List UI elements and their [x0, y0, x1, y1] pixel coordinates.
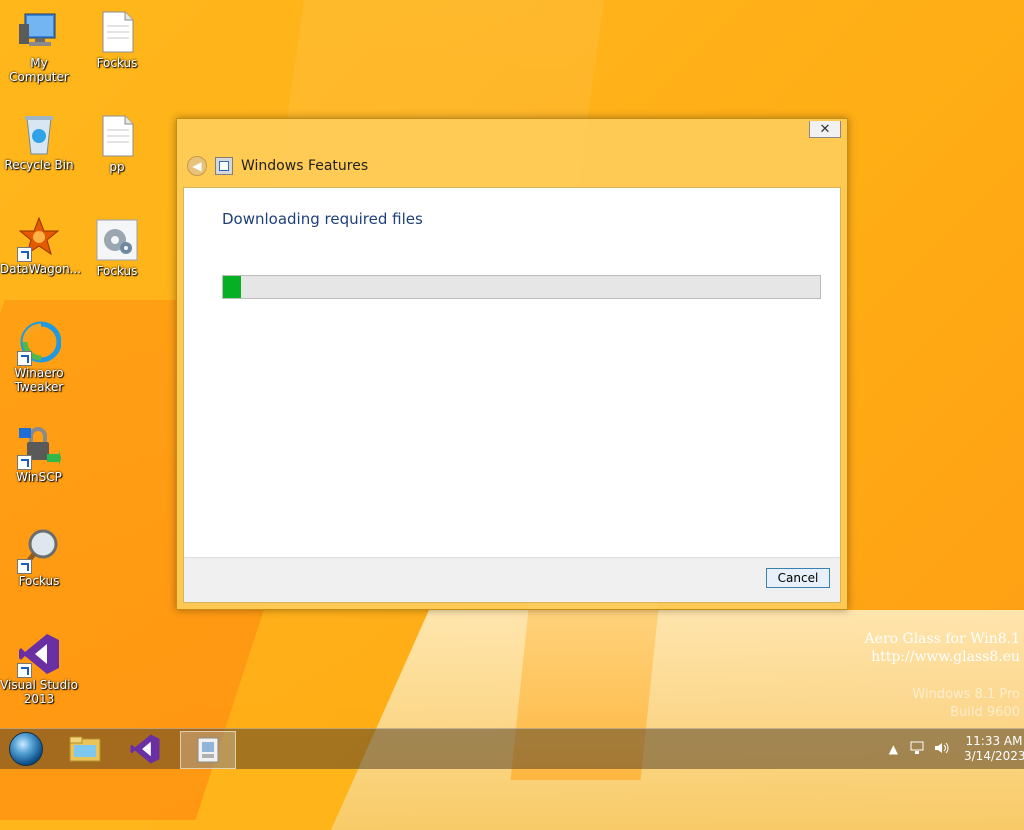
windows-features-icon	[215, 157, 233, 175]
dialog-content: Downloading required files Cancel	[183, 187, 841, 603]
datawagon-icon	[17, 216, 61, 262]
file-explorer-icon	[69, 736, 101, 762]
desktop-icon-fockus-settings[interactable]: Fockus	[78, 218, 156, 278]
watermark-line: Windows 8.1 Pro	[912, 687, 1020, 702]
aero-glass-watermark: Aero Glass for Win8.1 http://www.glass8.…	[865, 630, 1020, 666]
taskbar-file-explorer[interactable]	[58, 731, 112, 767]
desktop-icon-label: Fockus	[96, 264, 138, 278]
visual-studio-icon	[130, 734, 160, 764]
desktop-icon-winaero-tweaker[interactable]: Winaero Tweaker	[0, 320, 78, 394]
system-tray: ▲ 11:33 AM 3/14/2023	[889, 729, 1024, 769]
shortcut-arrow-icon	[17, 663, 32, 678]
back-arrow-icon[interactable]: ◀	[187, 156, 207, 176]
windows-features-icon	[197, 737, 219, 763]
desktop-icon-recycle-bin[interactable]: Recycle Bin	[0, 112, 78, 172]
shortcut-arrow-icon	[17, 455, 32, 470]
recycle-bin-icon	[17, 112, 61, 156]
desktop-icon-label: Fockus	[18, 574, 60, 588]
dialog-footer: Cancel	[184, 557, 840, 602]
desktop-icon-label: Visual Studio 2013	[0, 678, 78, 706]
document-icon	[95, 114, 139, 158]
clock[interactable]: 11:33 AM 3/14/2023	[964, 734, 1024, 764]
desktop-icon-my-computer[interactable]: My Computer	[0, 10, 78, 84]
desktop-icon-label: DataWagon...	[0, 262, 82, 276]
desktop-icon-visual-studio[interactable]: Visual Studio 2013	[0, 632, 78, 706]
dialog-title: Windows Features	[241, 158, 369, 174]
desktop-icon-fockus-search[interactable]: Fockus	[0, 528, 78, 588]
desktop-icon-label: pp	[109, 160, 125, 174]
volume-icon[interactable]	[934, 741, 950, 758]
shortcut-arrow-icon	[17, 247, 32, 262]
winaero-tweaker-icon	[17, 320, 62, 366]
clock-date: 3/14/2023	[964, 749, 1024, 763]
document-icon	[95, 10, 139, 54]
download-progress-bar	[222, 275, 821, 299]
network-icon[interactable]	[910, 741, 924, 758]
desktop-icon-fockus-document[interactable]: Fockus	[78, 10, 156, 70]
clock-time: 11:33 AM	[965, 734, 1023, 748]
desktop-icon-label: Fockus	[96, 56, 138, 70]
computer-icon	[17, 10, 61, 54]
windows-features-dialog: ✕ ◀ Windows Features Downloading require…	[176, 118, 848, 610]
visual-studio-icon	[17, 632, 61, 678]
close-button[interactable]: ✕	[809, 121, 841, 138]
desktop-icon-label: WinSCP	[16, 470, 62, 484]
settings-gear-icon	[95, 218, 139, 262]
desktop-icon-datawagon[interactable]: DataWagon...	[0, 216, 82, 276]
desktop-icon-pp-document[interactable]: pp	[78, 114, 156, 174]
cancel-button[interactable]: Cancel	[766, 568, 830, 588]
dialog-titlebar: ◀ Windows Features	[187, 155, 837, 177]
winscp-icon	[17, 424, 61, 470]
show-hidden-icons-icon[interactable]: ▲	[889, 742, 898, 756]
desktop-icon-label: Winaero Tweaker	[14, 366, 64, 394]
desktop-icon-label: My Computer	[9, 56, 69, 84]
start-orb-icon	[9, 732, 43, 766]
taskbar-windows-features[interactable]	[180, 731, 236, 769]
desktop-icon-winscp[interactable]: WinSCP	[0, 424, 78, 484]
magnifier-icon	[17, 528, 61, 574]
progress-fill	[223, 276, 241, 298]
taskbar: ▲ 11:33 AM 3/14/2023	[0, 728, 1024, 769]
desktop-icon-label: Recycle Bin	[4, 158, 74, 172]
watermark-line: Aero Glass for Win8.1	[864, 631, 1020, 647]
shortcut-arrow-icon	[17, 559, 32, 574]
taskbar-visual-studio[interactable]	[118, 731, 172, 767]
start-button[interactable]	[6, 731, 46, 767]
watermark-line: http://www.glass8.eu	[871, 649, 1020, 665]
shortcut-arrow-icon	[17, 351, 32, 366]
status-heading: Downloading required files	[222, 210, 423, 228]
windows-edition-watermark: Windows 8.1 Pro Build 9600	[912, 686, 1020, 722]
watermark-line: Build 9600	[950, 705, 1020, 720]
